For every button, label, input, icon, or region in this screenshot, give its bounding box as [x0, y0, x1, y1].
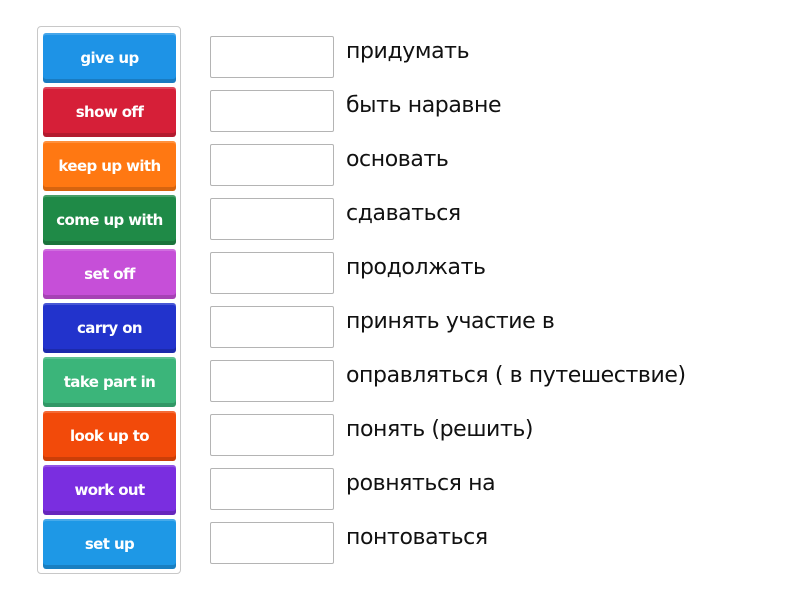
draggable-tile[interactable]: look up to	[43, 411, 176, 461]
drop-target-box[interactable]	[210, 306, 334, 348]
match-up-activity: give up show off keep up with come up with s…	[0, 0, 800, 600]
definition-text: быть наравне	[346, 93, 502, 118]
drop-target-box[interactable]	[210, 522, 334, 564]
drop-target-box[interactable]	[210, 360, 334, 402]
definition-text: ровняться на	[346, 471, 496, 496]
draggable-tile[interactable]: keep up with	[43, 141, 176, 191]
draggable-tile[interactable]: carry on	[43, 303, 176, 353]
tile-tray: give up show off keep up with come up with s…	[37, 26, 181, 574]
drop-target-box[interactable]	[210, 198, 334, 240]
definition-text: принять участие в	[346, 309, 555, 334]
definition-text: сдаваться	[346, 201, 461, 226]
draggable-tile[interactable]: set off	[43, 249, 176, 299]
draggable-tile[interactable]: take part in	[43, 357, 176, 407]
drop-target-box[interactable]	[210, 414, 334, 456]
definition-text: понять (решить)	[346, 417, 534, 442]
definition-text: понтоваться	[346, 525, 488, 550]
draggable-tile[interactable]: give up	[43, 33, 176, 83]
definition-text: основать	[346, 147, 449, 172]
definition-text: придумать	[346, 39, 470, 64]
definition-text: оправляться ( в путешествие)	[346, 363, 686, 388]
draggable-tile[interactable]: show off	[43, 87, 176, 137]
definition-text: продолжать	[346, 255, 486, 280]
drop-target-box[interactable]	[210, 90, 334, 132]
drop-target-box[interactable]	[210, 468, 334, 510]
drop-target-box[interactable]	[210, 144, 334, 186]
draggable-tile[interactable]: work out	[43, 465, 176, 515]
drop-target-box[interactable]	[210, 36, 334, 78]
draggable-tile[interactable]: set up	[43, 519, 176, 569]
drop-target-box[interactable]	[210, 252, 334, 294]
draggable-tile[interactable]: come up with	[43, 195, 176, 245]
